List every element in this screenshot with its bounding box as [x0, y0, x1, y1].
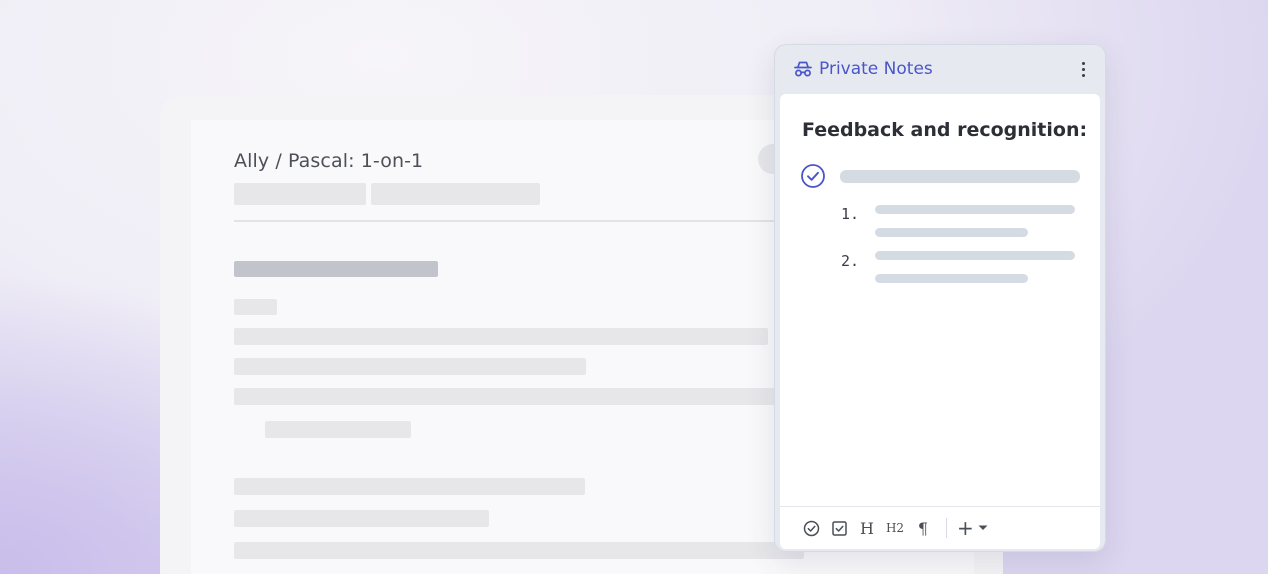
notes-header: Private Notes: [775, 45, 1105, 93]
paragraph-button[interactable]: ¶: [912, 515, 934, 541]
list-item-placeholder: [875, 274, 1028, 283]
section-heading-placeholder: [234, 261, 438, 277]
list-item-placeholder: [875, 251, 1075, 260]
editor-toolbar: H H2 ¶ +: [780, 506, 1100, 549]
text-placeholder: [234, 542, 804, 559]
notes-title: Private Notes: [819, 59, 933, 79]
checkmark-circle-icon[interactable]: [800, 515, 822, 541]
text-placeholder: [265, 421, 411, 438]
text-placeholder: [234, 299, 277, 315]
document-title: Ally / Pascal: 1-on-1: [234, 150, 424, 172]
document-divider: [234, 220, 794, 222]
text-placeholder: [234, 328, 768, 345]
list-marker-2: 2.: [841, 252, 860, 270]
caret-down-icon: [978, 525, 988, 530]
list-marker-1: 1.: [841, 205, 860, 223]
text-placeholder: [234, 358, 586, 375]
add-block-button[interactable]: +: [957, 515, 989, 541]
toolbar-separator: [946, 518, 947, 538]
kebab-menu-icon[interactable]: [1075, 59, 1091, 79]
checkbox-icon[interactable]: [828, 515, 850, 541]
meta-chip: [371, 183, 540, 205]
heading-button[interactable]: H: [856, 515, 878, 541]
text-placeholder: [234, 510, 489, 527]
plus-icon: +: [957, 516, 974, 540]
list-item-placeholder: [875, 228, 1028, 237]
meta-chip: [234, 183, 366, 205]
notes-editor[interactable]: Feedback and recognition: 1. 2. H H2 ¶ +: [780, 94, 1100, 549]
list-item-placeholder: [875, 205, 1075, 214]
check-circle-icon[interactable]: [800, 163, 826, 189]
heading-2-button[interactable]: H2: [884, 515, 906, 541]
notes-heading: Feedback and recognition:: [802, 119, 1088, 141]
todo-placeholder: [840, 170, 1080, 183]
private-notes-panel: Private Notes Feedback and recognition: …: [774, 44, 1106, 552]
text-placeholder: [234, 388, 779, 405]
spy-incognito-icon: [793, 59, 813, 79]
text-placeholder: [234, 478, 585, 495]
